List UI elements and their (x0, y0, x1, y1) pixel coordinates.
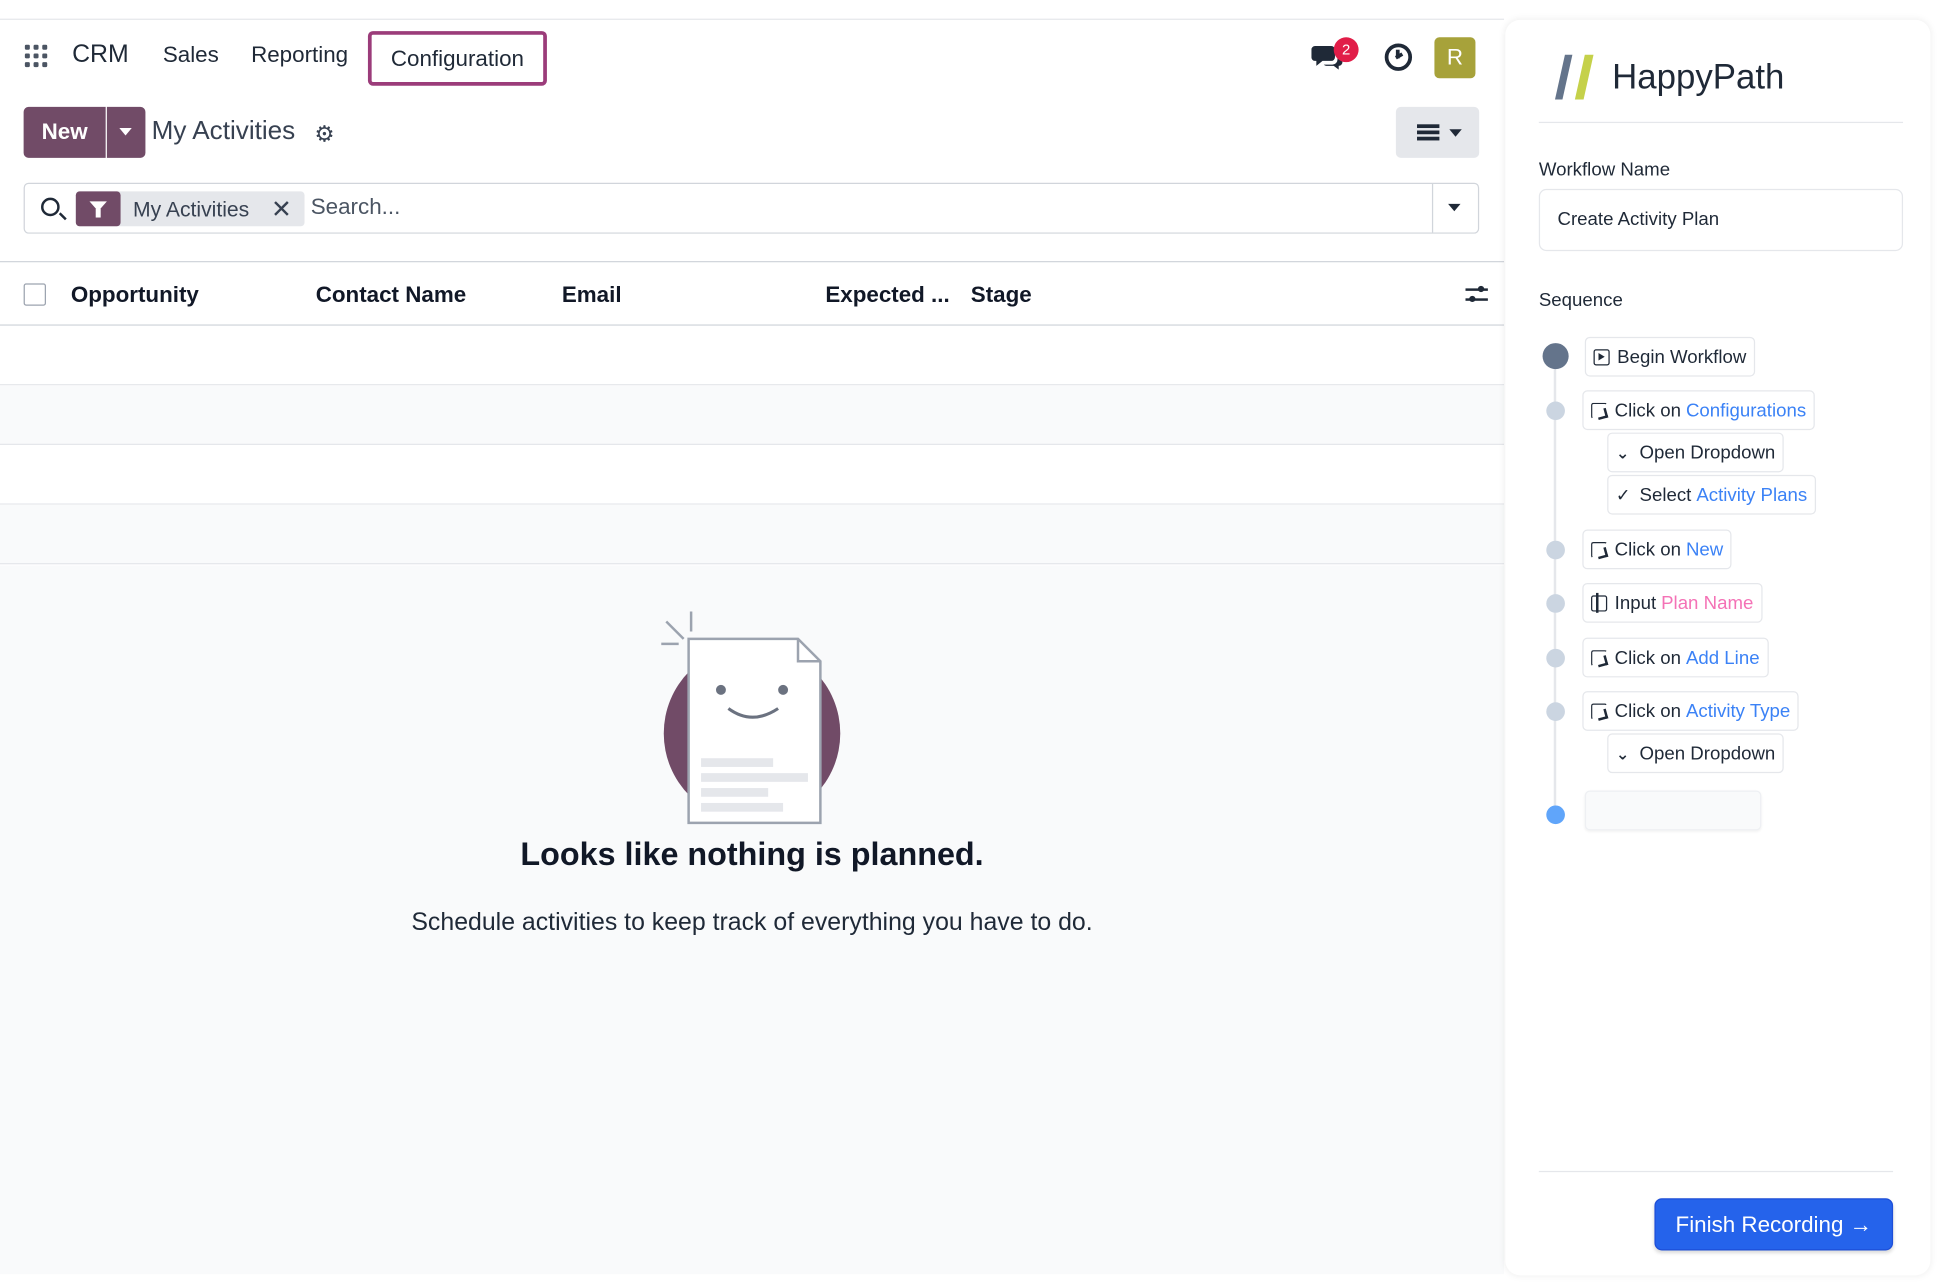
app-name-crm[interactable]: CRM (72, 41, 129, 70)
messages-badge: 2 (1333, 37, 1359, 63)
select-all-checkbox[interactable] (23, 283, 46, 306)
table-header: Opportunity Contact Name Email Expected … (0, 261, 1505, 326)
search-bar: My Activities ✕ (23, 182, 1480, 234)
step-input-plan-name[interactable]: Input Plan Name (1582, 582, 1763, 623)
click-icon (1591, 402, 1608, 419)
workflow-name-field[interactable]: Create Activity Plan (1538, 188, 1904, 252)
crm-app: CRM Sales Reporting Configuration 2 R Ne… (0, 18, 1505, 1275)
happypath-panel: HappyPath Workflow Name Create Activity … (1505, 19, 1931, 1276)
view-switcher-button[interactable] (1395, 106, 1480, 158)
step-dot (1546, 594, 1565, 613)
activity-clock-icon[interactable] (1384, 43, 1413, 71)
page-title: My Activities (151, 116, 296, 146)
column-expected[interactable]: Expected ... (825, 282, 949, 308)
menu-configuration[interactable]: Configuration (367, 31, 547, 86)
top-navbar: CRM Sales Reporting Configuration 2 R (0, 20, 1504, 95)
user-avatar[interactable]: R (1434, 37, 1476, 79)
sequence-label: Sequence (1538, 289, 1623, 311)
menu-reporting[interactable]: Reporting (251, 42, 348, 68)
divider (1538, 1170, 1894, 1173)
brand-name: HappyPath (1612, 57, 1785, 96)
column-email[interactable]: Email (562, 282, 622, 308)
play-icon (1593, 348, 1610, 365)
list-view-icon (1417, 124, 1440, 141)
search-options-toggle[interactable] (1431, 183, 1478, 233)
step-dot-active (1546, 805, 1565, 825)
table-row (0, 326, 1505, 386)
click-icon (1591, 541, 1608, 558)
close-icon[interactable]: ✕ (271, 194, 292, 225)
double-chevron-down-icon: ⌄ (1615, 743, 1630, 763)
facet-label: My Activities (133, 197, 250, 222)
new-button[interactable]: New (23, 106, 106, 158)
step-click-add-line[interactable]: Click on Add Line (1582, 637, 1769, 678)
menu-sales[interactable]: Sales (163, 42, 219, 68)
filter-funnel-icon (75, 191, 121, 227)
step-dot (1546, 401, 1565, 421)
step-dot (1546, 540, 1565, 560)
column-opportunity[interactable]: Opportunity (71, 282, 199, 308)
step-open-dropdown[interactable]: ⌄ Open Dropdown (1607, 733, 1784, 774)
column-contact-name[interactable]: Contact Name (316, 282, 466, 308)
step-dot (1542, 343, 1569, 370)
step-click-configurations[interactable]: Click on Configurations (1582, 390, 1815, 431)
new-dropdown-caret-icon[interactable] (106, 106, 146, 158)
sequence-timeline (1553, 357, 1557, 818)
table-row (0, 504, 1505, 565)
click-icon (1591, 702, 1608, 720)
filter-facet: My Activities ✕ (75, 191, 305, 227)
table-row (0, 385, 1505, 445)
step-click-activity-type[interactable]: Click on Activity Type (1582, 691, 1799, 731)
search-icon (41, 197, 60, 217)
divider (1538, 121, 1904, 124)
empty-document-illustration (661, 611, 841, 825)
workflow-name-label: Workflow Name (1538, 159, 1671, 181)
table-row (0, 445, 1505, 505)
step-begin-workflow[interactable]: Begin Workflow (1584, 336, 1756, 377)
step-click-new[interactable]: Click on New (1582, 529, 1732, 570)
finish-recording-button[interactable]: Finish Recording → (1654, 1198, 1894, 1251)
happypath-logo-icon (1554, 54, 1594, 100)
apps-menu-icon[interactable] (24, 44, 48, 68)
click-icon (1591, 649, 1608, 666)
empty-state-subtitle: Schedule activities to keep track of eve… (411, 908, 1093, 936)
optional-columns-icon[interactable] (1465, 283, 1488, 305)
step-placeholder (1584, 790, 1762, 831)
search-input[interactable] (310, 193, 1405, 221)
step-dot (1546, 648, 1565, 668)
chevron-down-icon (1449, 129, 1462, 137)
column-stage[interactable]: Stage (971, 282, 1032, 308)
step-dot (1546, 702, 1565, 721)
check-icon: ✓ (1615, 484, 1631, 505)
empty-state-title: Looks like nothing is planned. (520, 835, 984, 873)
step-open-dropdown[interactable]: ⌄ Open Dropdown (1607, 432, 1784, 473)
step-select-activity-plans[interactable]: ✓ Select Activity Plans (1607, 474, 1816, 515)
text-input-icon (1591, 592, 1608, 613)
gear-icon[interactable]: ⚙ (314, 122, 334, 148)
double-chevron-down-icon: ⌄ (1615, 443, 1630, 462)
